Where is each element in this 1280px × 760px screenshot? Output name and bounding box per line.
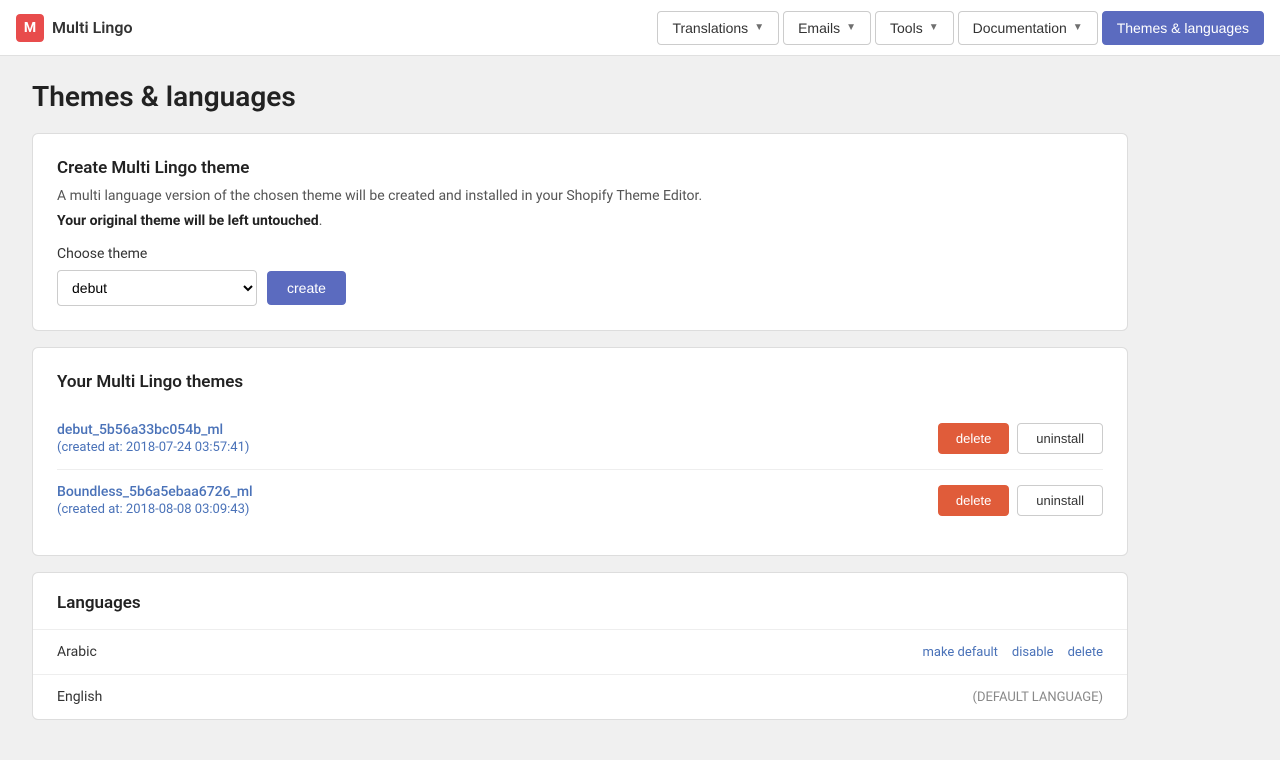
chevron-down-icon: ▼ <box>929 22 939 33</box>
languages-card: Languages Arabic make default disable de… <box>32 572 1128 720</box>
delete-link-arabic[interactable]: delete <box>1068 645 1103 660</box>
brand: M Multi Lingo <box>16 14 133 42</box>
theme-info-2: Boundless_5b6a5ebaa6726_ml (created at: … <box>57 484 938 517</box>
lang-name-english: English <box>57 689 973 705</box>
theme-name-2[interactable]: Boundless_5b6a5ebaa6726_ml <box>57 484 253 500</box>
nav-emails[interactable]: Emails ▼ <box>783 11 871 45</box>
delete-button-2[interactable]: delete <box>938 485 1009 516</box>
nav-tools-label: Tools <box>890 20 923 36</box>
nav-translations[interactable]: Translations ▼ <box>657 11 779 45</box>
theme-date-1: (created at: 2018-07-24 03:57:41) <box>57 440 938 455</box>
theme-date-2: (created at: 2018-08-08 03:09:43) <box>57 502 938 517</box>
choose-theme-label: Choose theme <box>57 246 1103 262</box>
lang-actions-english: (DEFAULT LANGUAGE) <box>973 690 1103 705</box>
chevron-down-icon: ▼ <box>754 22 764 33</box>
chevron-down-icon: ▼ <box>1073 22 1083 33</box>
brand-icon: M <box>16 14 44 42</box>
theme-name-1[interactable]: debut_5b56a33bc054b_ml <box>57 422 223 438</box>
create-theme-card: Create Multi Lingo theme A multi languag… <box>32 133 1128 331</box>
disable-link-arabic[interactable]: disable <box>1012 645 1054 660</box>
theme-actions-1: delete uninstall <box>938 423 1103 454</box>
your-themes-card: Your Multi Lingo themes debut_5b56a33bc0… <box>32 347 1128 556</box>
create-theme-desc2-bold: Your original theme will be left untouch… <box>57 213 319 229</box>
theme-actions-2: delete uninstall <box>938 485 1103 516</box>
main-content: Themes & languages Create Multi Lingo th… <box>0 56 1160 760</box>
nav-translations-label: Translations <box>672 20 748 36</box>
nav-emails-label: Emails <box>798 20 840 36</box>
brand-name: Multi Lingo <box>52 18 133 37</box>
create-theme-desc1: A multi language version of the chosen t… <box>57 186 1103 207</box>
nav-tools[interactable]: Tools ▼ <box>875 11 954 45</box>
nav-themes-languages[interactable]: Themes & languages <box>1102 11 1264 45</box>
lang-name-arabic: Arabic <box>57 644 922 660</box>
nav-documentation-label: Documentation <box>973 20 1067 36</box>
page-title: Themes & languages <box>32 80 1128 113</box>
uninstall-button-2[interactable]: uninstall <box>1017 485 1103 516</box>
uninstall-button-1[interactable]: uninstall <box>1017 423 1103 454</box>
lang-row-arabic: Arabic make default disable delete <box>33 629 1127 674</box>
theme-info-1: debut_5b56a33bc054b_ml (created at: 2018… <box>57 422 938 455</box>
create-theme-title: Create Multi Lingo theme <box>57 158 1103 178</box>
theme-select-row: debut create <box>57 270 1103 306</box>
make-default-link-arabic[interactable]: make default <box>922 645 997 660</box>
your-themes-title: Your Multi Lingo themes <box>57 372 1103 392</box>
theme-select[interactable]: debut <box>57 270 257 306</box>
lang-row-english: English (DEFAULT LANGUAGE) <box>33 674 1127 719</box>
theme-item: debut_5b56a33bc054b_ml (created at: 2018… <box>57 408 1103 470</box>
create-theme-desc2-rest: . <box>319 213 323 229</box>
lang-actions-arabic: make default disable delete <box>922 645 1103 660</box>
languages-title: Languages <box>33 573 1127 629</box>
default-language-badge: (DEFAULT LANGUAGE) <box>973 690 1103 705</box>
navbar: M Multi Lingo Translations ▼ Emails ▼ To… <box>0 0 1280 56</box>
nav-items: Translations ▼ Emails ▼ Tools ▼ Document… <box>657 11 1264 45</box>
chevron-down-icon: ▼ <box>846 22 856 33</box>
nav-documentation[interactable]: Documentation ▼ <box>958 11 1098 45</box>
theme-item: Boundless_5b6a5ebaa6726_ml (created at: … <box>57 470 1103 531</box>
create-button[interactable]: create <box>267 271 346 305</box>
delete-button-1[interactable]: delete <box>938 423 1009 454</box>
nav-themes-languages-label: Themes & languages <box>1117 20 1249 36</box>
create-theme-desc2: Your original theme will be left untouch… <box>57 211 1103 232</box>
